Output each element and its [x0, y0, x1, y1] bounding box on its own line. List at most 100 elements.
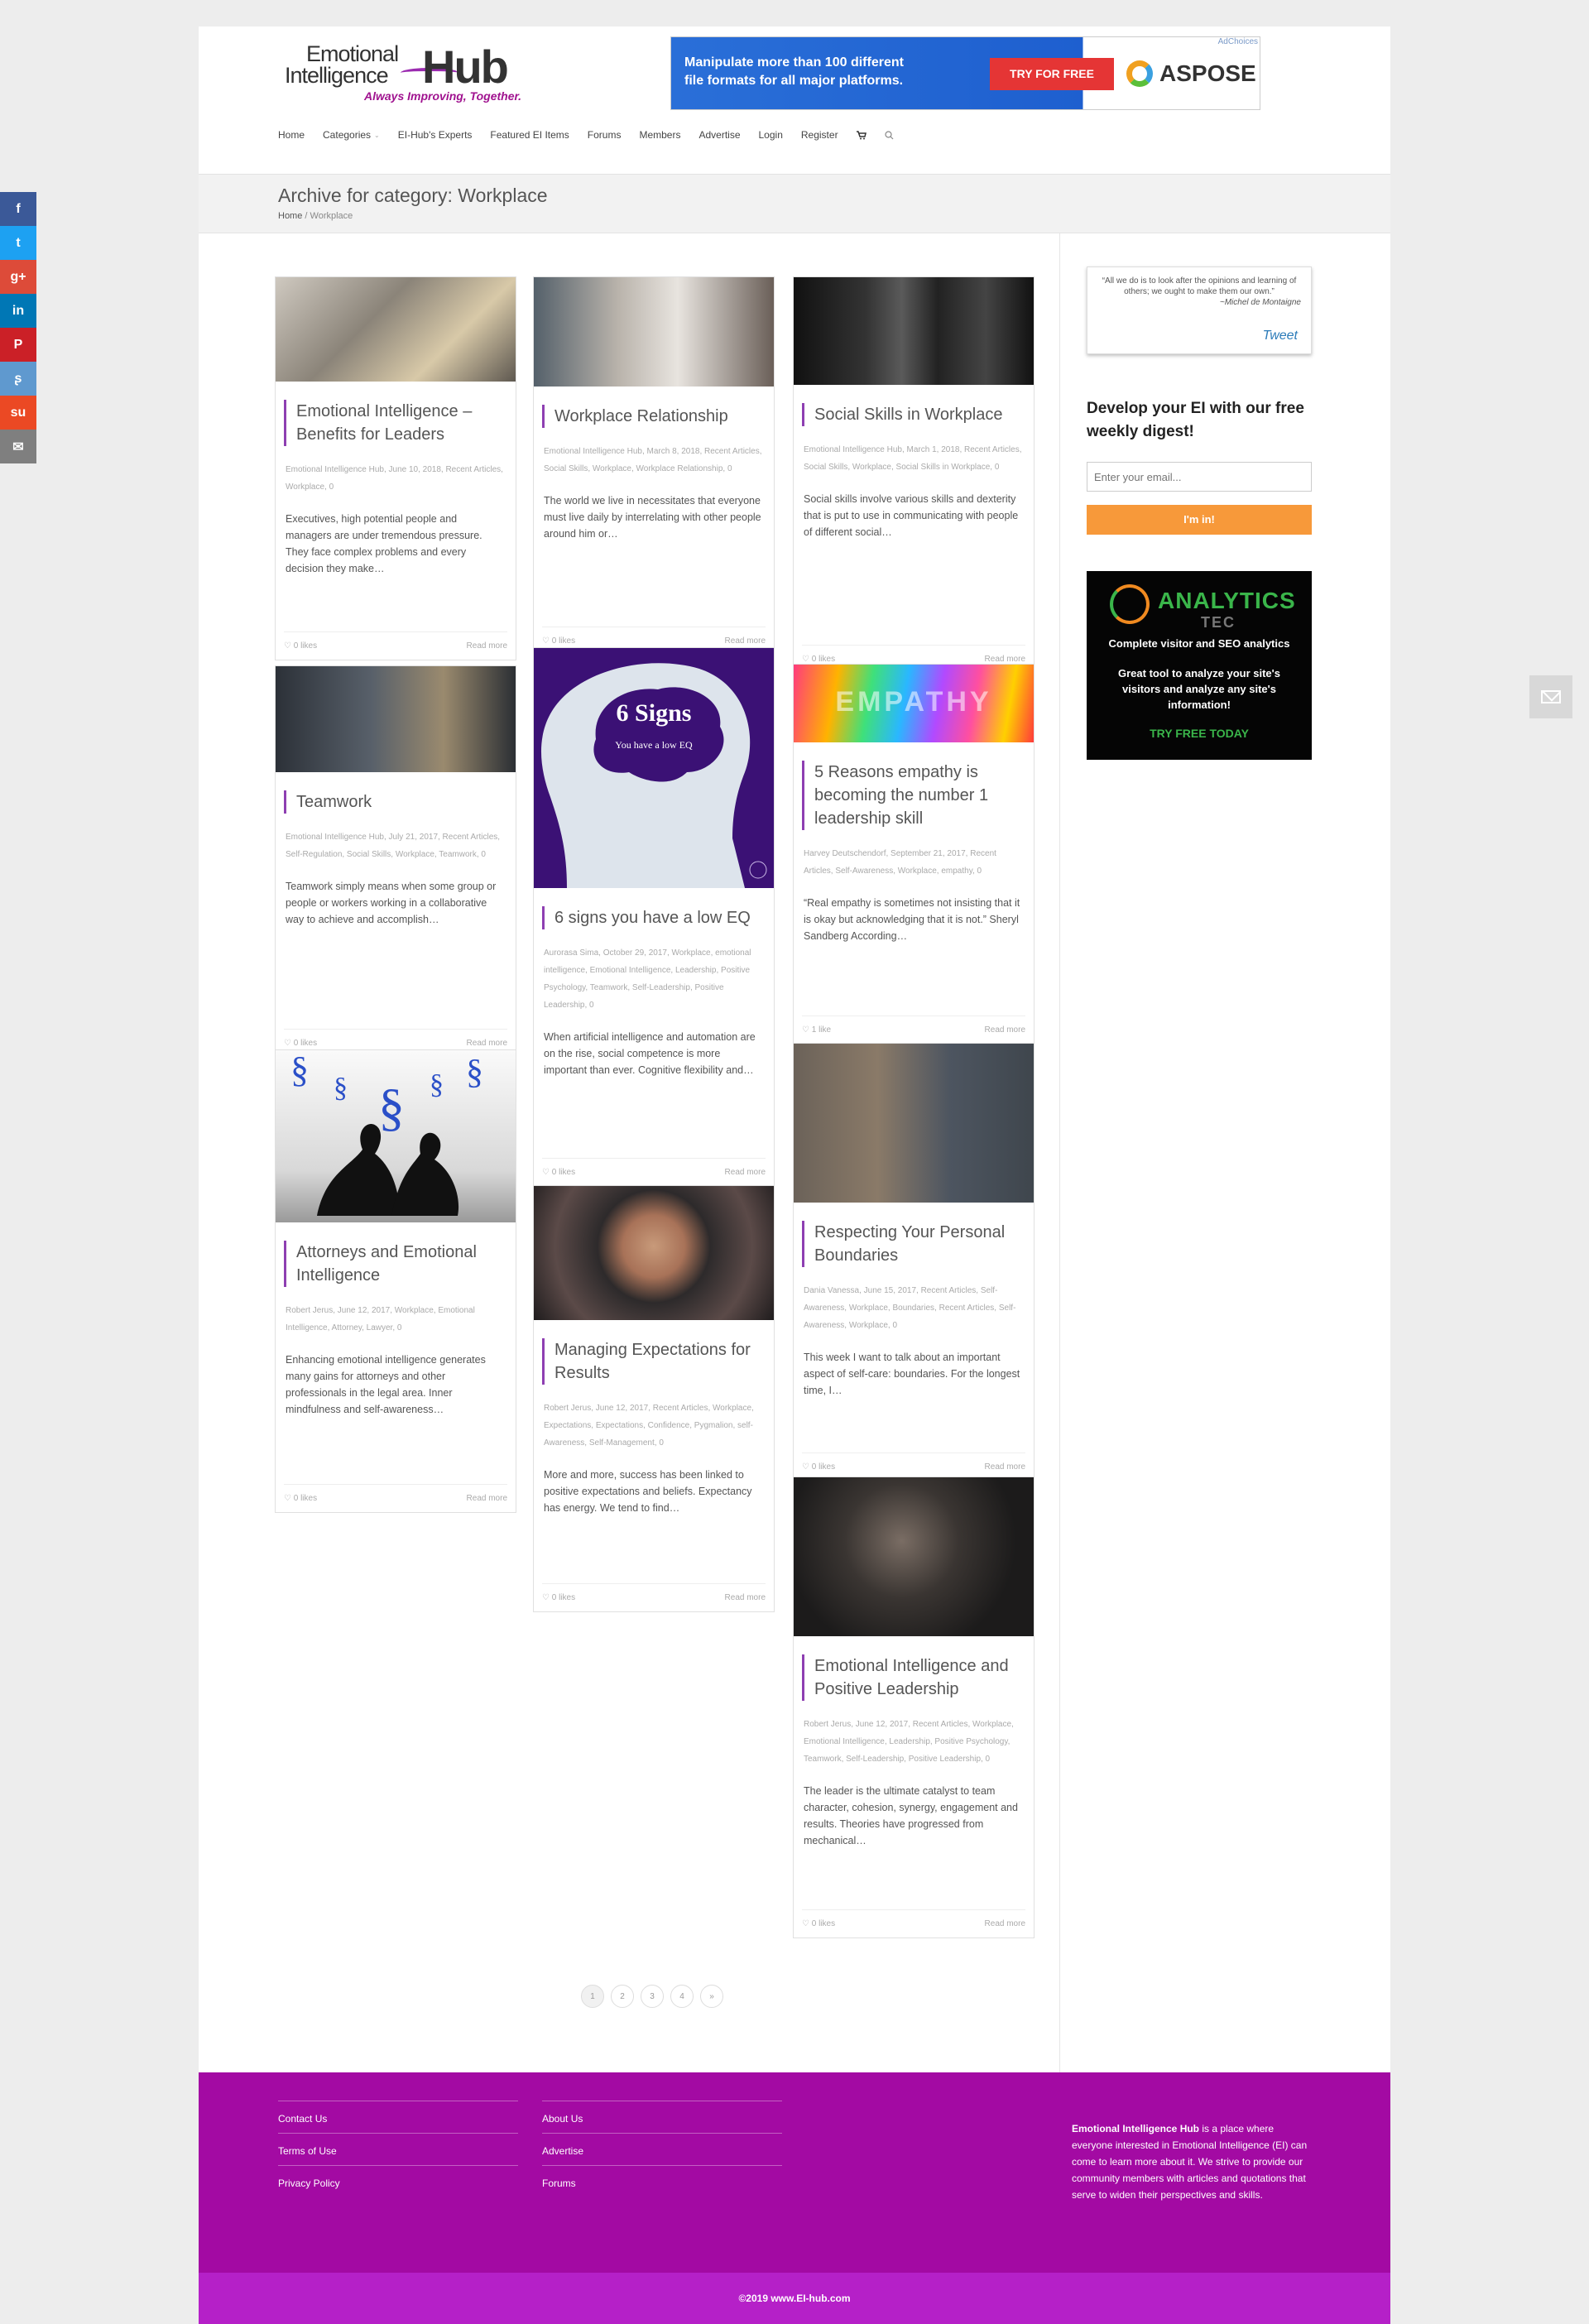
read-more-link[interactable]: Read more — [725, 636, 766, 646]
search-icon[interactable] — [884, 129, 894, 141]
post-card: EMPATHY 5 Reasons empathy is becoming th… — [793, 664, 1035, 1044]
cart-icon[interactable] — [856, 129, 867, 141]
post-card: Emotional Intelligence and Positive Lead… — [793, 1477, 1035, 1938]
svg-text:§: § — [466, 1054, 483, 1092]
read-more-link[interactable]: Read more — [985, 1025, 1025, 1035]
page-link[interactable]: 4 — [670, 1985, 694, 2008]
email-float-button[interactable] — [1529, 675, 1572, 718]
nav-forums[interactable]: Forums — [588, 129, 622, 141]
analytics-tec-logo: ANALYTICS TEC — [1110, 584, 1300, 631]
post-title[interactable]: Emotional Intelligence – Benefits for Le… — [284, 400, 507, 446]
image-caption-subtitle: You have a low EQ — [615, 739, 693, 751]
likes-count[interactable]: 0 likes — [284, 1494, 317, 1503]
pinterest-share-icon[interactable]: P — [0, 328, 36, 362]
ad-brand: ASPOSE — [1126, 60, 1256, 87]
post-excerpt: This week I want to talk about an import… — [804, 1352, 1020, 1396]
read-more-link[interactable]: Read more — [725, 1593, 766, 1602]
ad-brand-suffix: TEC — [1201, 614, 1236, 631]
stumbleupon-share-icon[interactable]: su — [0, 396, 36, 430]
sidebar-ad[interactable]: ANALYTICS TEC Complete visitor and SEO a… — [1087, 571, 1312, 760]
post-card: 6 Signs You have a low EQ 6 signs you ha… — [533, 647, 775, 1187]
reddit-share-icon[interactable]: ʂ — [0, 362, 36, 396]
likes-count[interactable]: 0 likes — [542, 636, 575, 646]
read-more-link[interactable]: Read more — [467, 641, 507, 651]
post-title[interactable]: Attorneys and Emotional Intelligence — [284, 1241, 507, 1287]
breadcrumb-home[interactable]: Home — [278, 211, 302, 221]
likes-count[interactable]: 0 likes — [542, 1593, 575, 1602]
chevron-down-icon: ⌄ — [374, 131, 380, 139]
post-title[interactable]: Social Skills in Workplace — [802, 403, 1025, 426]
nav-featured[interactable]: Featured EI Items — [490, 129, 569, 141]
subscribe-button[interactable]: I'm in! — [1087, 505, 1312, 535]
post-title[interactable]: Emotional Intelligence and Positive Lead… — [802, 1654, 1025, 1701]
footer-link-advertise[interactable]: Advertise — [542, 2133, 782, 2165]
footer-link-terms[interactable]: Terms of Use — [278, 2133, 518, 2165]
next-page-link[interactable]: » — [700, 1985, 723, 2008]
nav-advertise[interactable]: Advertise — [698, 129, 740, 141]
likes-count[interactable]: 0 likes — [802, 1462, 835, 1472]
linkedin-share-icon[interactable]: in — [0, 294, 36, 328]
site-logo[interactable]: Emotional Intelligence Hub Always Improv… — [285, 38, 525, 121]
nav-home[interactable]: Home — [278, 129, 305, 141]
post-title[interactable]: 5 Reasons empathy is becoming the number… — [802, 761, 1025, 830]
post-image[interactable]: 6 Signs You have a low EQ — [534, 648, 774, 888]
nav-experts[interactable]: EI-Hub's Experts — [398, 129, 473, 141]
footer-link-forums[interactable]: Forums — [542, 2165, 782, 2197]
header-ad-banner[interactable]: Manipulate more than 100 different file … — [670, 36, 1260, 110]
likes-count[interactable]: 1 like — [802, 1025, 831, 1035]
likes-count[interactable]: 0 likes — [284, 1039, 317, 1048]
post-title[interactable]: Workplace Relationship — [542, 405, 766, 428]
google-plus-share-icon[interactable]: g+ — [0, 260, 36, 294]
svg-text:§: § — [430, 1069, 444, 1100]
read-more-link[interactable]: Read more — [725, 1168, 766, 1177]
facebook-share-icon[interactable]: f — [0, 192, 36, 226]
post-title[interactable]: 6 signs you have a low EQ — [542, 906, 766, 929]
post-title[interactable]: Respecting Your Personal Boundaries — [802, 1221, 1025, 1267]
likes-count[interactable]: 0 likes — [802, 655, 835, 664]
post-image[interactable] — [534, 277, 774, 387]
adchoices-link[interactable]: AdChoices — [1218, 37, 1258, 46]
post-image[interactable] — [794, 1044, 1034, 1203]
post-image[interactable] — [534, 1186, 774, 1320]
post-footer: 0 likes Read more — [542, 1158, 766, 1186]
email-share-icon[interactable]: ✉ — [0, 430, 36, 463]
post-excerpt: Social skills involve various skills and… — [804, 493, 1019, 538]
page-wrapper: Emotional Intelligence Hub Always Improv… — [199, 26, 1390, 2324]
footer: Contact Us Terms of Use Privacy Policy A… — [199, 2072, 1390, 2273]
read-more-link[interactable]: Read more — [985, 655, 1025, 664]
twitter-share-icon[interactable]: t — [0, 226, 36, 260]
email-field[interactable] — [1087, 462, 1312, 492]
archive-title-bar: Archive for category: Workplace Home / W… — [199, 174, 1390, 233]
nav-login[interactable]: Login — [759, 129, 783, 141]
nav-categories[interactable]: Categories ⌄ — [323, 129, 380, 141]
post-card: Teamwork Emotional Intelligence Hub, Jul… — [275, 665, 516, 1058]
post-image[interactable] — [794, 1477, 1034, 1636]
post-title[interactable]: Teamwork — [284, 790, 507, 814]
ad-try-button[interactable]: TRY FOR FREE — [990, 58, 1114, 90]
post-image[interactable] — [794, 277, 1034, 385]
footer-link-contact[interactable]: Contact Us — [278, 2101, 518, 2133]
post-title[interactable]: Managing Expectations for Results — [542, 1338, 766, 1385]
post-image[interactable] — [276, 277, 516, 382]
tweet-link[interactable]: Tweet — [1263, 329, 1298, 343]
read-more-link[interactable]: Read more — [467, 1494, 507, 1503]
page-link[interactable]: 3 — [641, 1985, 664, 2008]
read-more-link[interactable]: Read more — [467, 1039, 507, 1048]
nav-register[interactable]: Register — [801, 129, 838, 141]
likes-count[interactable]: 0 likes — [284, 641, 317, 651]
ad-headline: Complete visitor and SEO analytics — [1108, 637, 1290, 650]
ad-cta[interactable]: TRY FREE TODAY — [1087, 727, 1312, 740]
read-more-link[interactable]: Read more — [985, 1919, 1025, 1928]
likes-count[interactable]: 0 likes — [802, 1919, 835, 1928]
nav-members[interactable]: Members — [639, 129, 680, 141]
page-link[interactable]: 1 — [581, 1985, 604, 2008]
likes-count[interactable]: 0 likes — [542, 1168, 575, 1177]
post-image[interactable]: EMPATHY — [794, 665, 1034, 742]
post-card: Workplace Relationship Emotional Intelli… — [533, 276, 775, 655]
post-image[interactable] — [276, 666, 516, 772]
footer-link-about[interactable]: About Us — [542, 2101, 782, 2133]
read-more-link[interactable]: Read more — [985, 1462, 1025, 1472]
footer-link-privacy[interactable]: Privacy Policy — [278, 2165, 518, 2197]
post-image[interactable]: § § § § § — [276, 1050, 516, 1222]
page-link[interactable]: 2 — [611, 1985, 634, 2008]
